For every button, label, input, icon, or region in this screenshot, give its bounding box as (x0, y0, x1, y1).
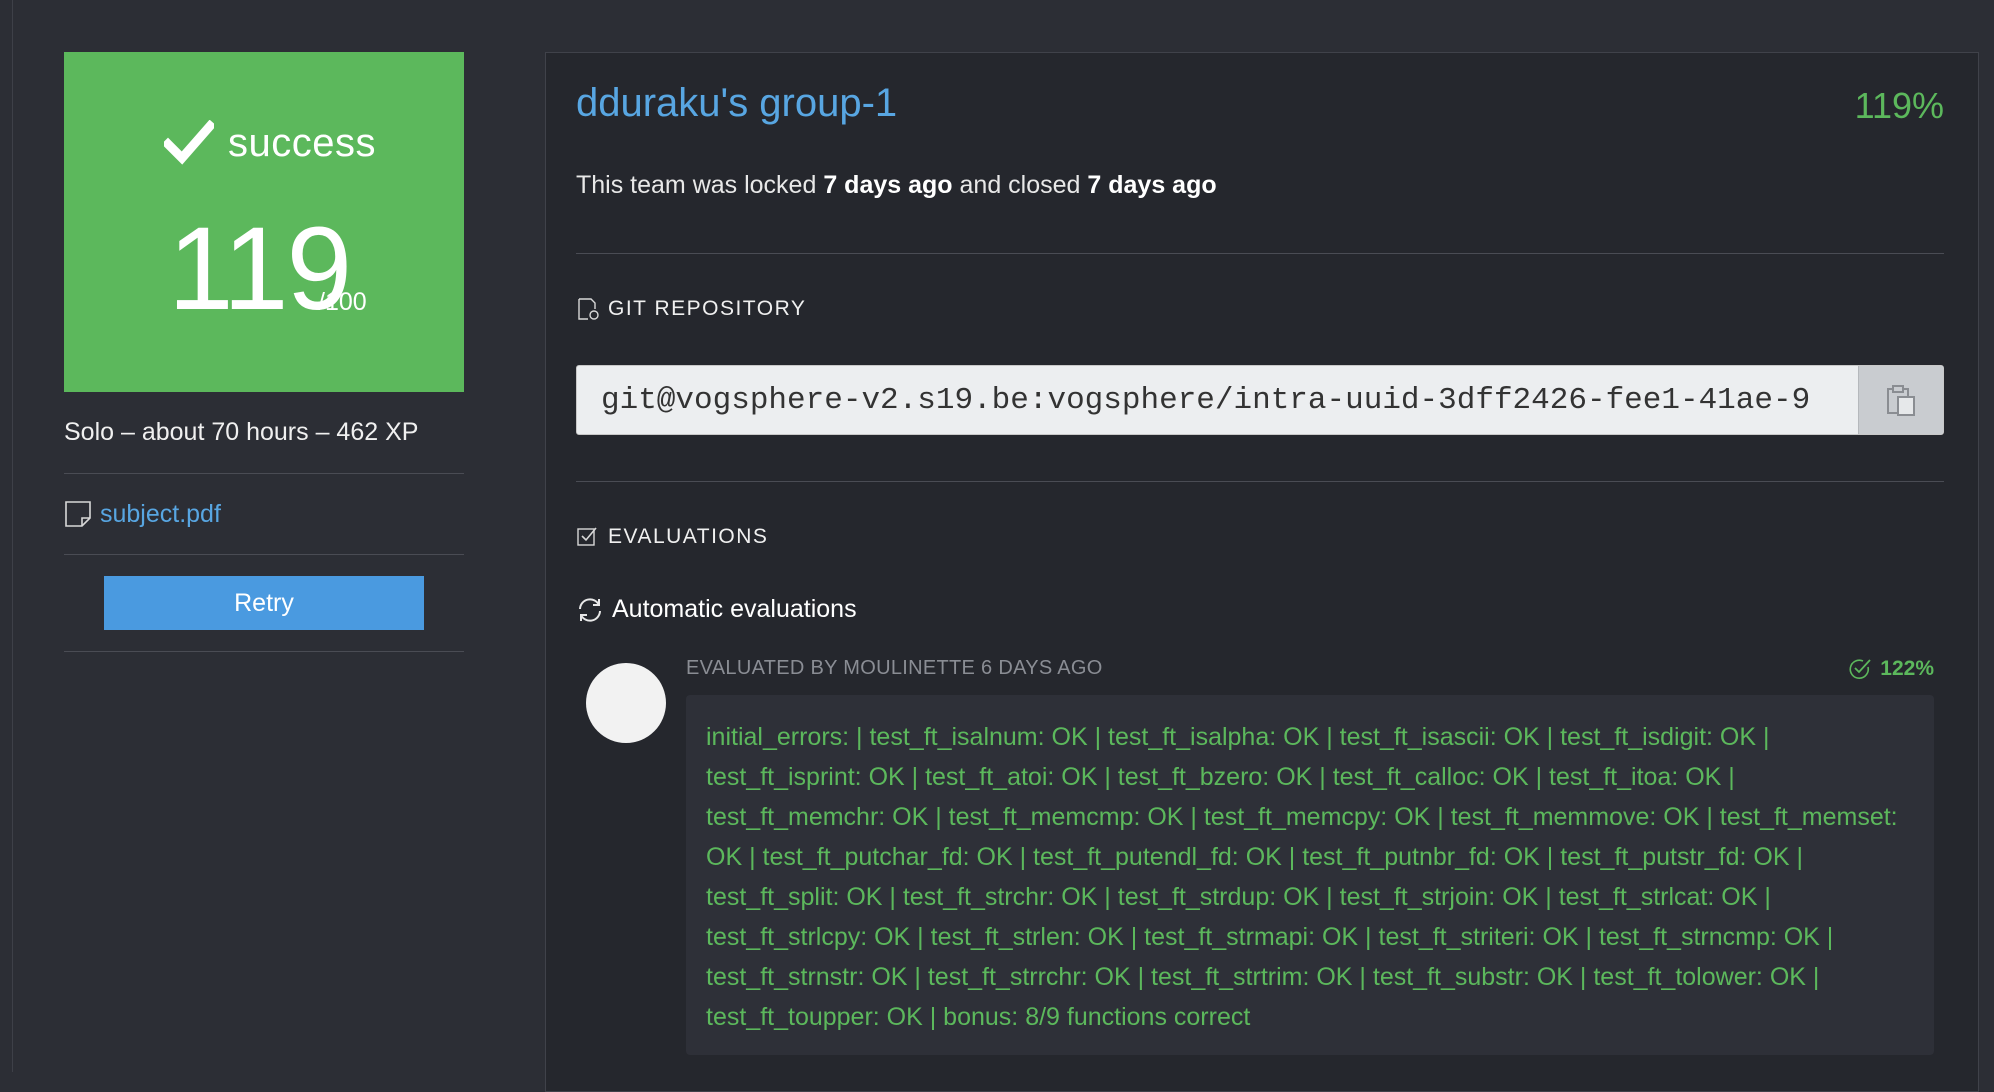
evaluations-section-heading: EVALUATIONS (576, 525, 768, 549)
success-header: success (164, 120, 376, 166)
clipboard-icon (1887, 385, 1915, 416)
git-heading: GIT REPOSITORY (608, 297, 807, 320)
divider (576, 253, 1944, 254)
git-section-heading: GIT REPOSITORY (576, 297, 806, 321)
copy-url-button[interactable] (1858, 366, 1943, 434)
group-percent: 119% (1854, 85, 1944, 126)
checkbox-icon (577, 527, 597, 546)
locked-time: 7 days ago (823, 171, 953, 199)
divider (576, 481, 1944, 482)
project-summary: success 119 /100 Solo – about 70 hours –… (64, 52, 464, 652)
success-badge: success 119 /100 (64, 52, 464, 392)
team-panel: dduraku's group-1 119% This team was loc… (545, 52, 1979, 1092)
success-label: success (228, 120, 376, 165)
evaluation-score: 122% (1848, 657, 1934, 681)
retry-button[interactable]: Retry (104, 576, 424, 630)
divider (64, 651, 464, 652)
document-icon (65, 501, 91, 527)
evaluation-score-value: 122% (1880, 657, 1934, 680)
subject-row: subject.pdf (64, 474, 464, 554)
evaluations-heading: EVALUATIONS (608, 525, 769, 548)
git-url-input[interactable]: git@vogsphere-v2.s19.be:vogsphere/intra-… (577, 366, 1858, 434)
group-title-link[interactable]: dduraku's group-1 (576, 81, 897, 126)
automatic-evaluations-title: Automatic evaluations (576, 595, 857, 624)
automatic-evaluations-label: Automatic evaluations (612, 595, 857, 623)
evaluation-results: initial_errors: | test_ft_isalnum: OK | … (686, 695, 1934, 1055)
retry-row: Retry (64, 555, 464, 651)
git-file-icon (578, 298, 599, 320)
closed-time: 7 days ago (1087, 171, 1217, 199)
subject-pdf-link[interactable]: subject.pdf (100, 500, 221, 529)
team-lock-status: This team was locked 7 days ago and clos… (576, 171, 1217, 200)
lock-middle: and closed (952, 171, 1088, 199)
check-circle-icon (1849, 659, 1871, 679)
check-icon (164, 120, 214, 165)
score-max: /100 (318, 288, 367, 316)
evaluator-info: EVALUATED BY MOULINETTE 6 DAYS AGO (686, 657, 1103, 679)
git-repo-field: git@vogsphere-v2.s19.be:vogsphere/intra-… (576, 365, 1944, 435)
project-meta: Solo – about 70 hours – 462 XP (64, 418, 419, 446)
left-edge-divider (12, 0, 13, 1072)
sync-icon (579, 597, 601, 622)
avatar (586, 663, 666, 743)
lock-prefix: This team was locked (576, 171, 824, 199)
